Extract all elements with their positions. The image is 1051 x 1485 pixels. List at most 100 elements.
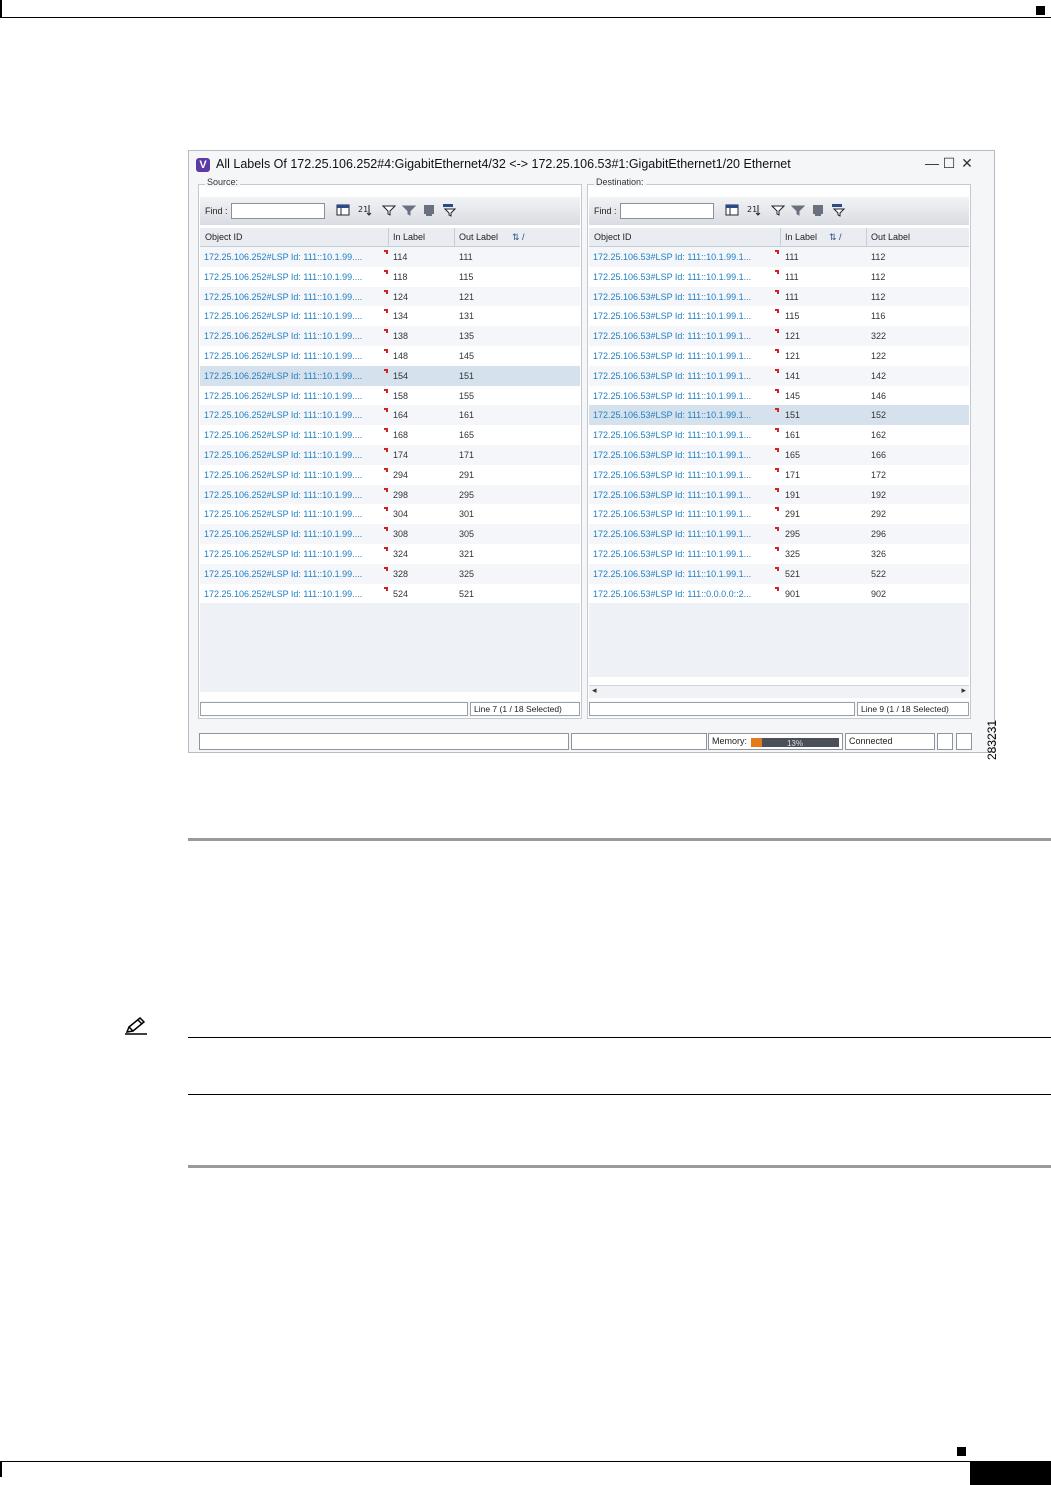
table-row[interactable]: 172.25.106.252#LSP Id: 111::10.1.99.... 1… — [200, 385, 580, 406]
table-row[interactable]: 172.25.106.53#LSP Id: 111::10.1.99.1... 1… — [589, 385, 969, 406]
export-icon[interactable] — [811, 203, 825, 217]
source-find-input[interactable] — [231, 203, 325, 219]
quick-filter-icon[interactable] — [402, 203, 416, 217]
filter-icon[interactable] — [771, 203, 785, 217]
scroll-left-icon[interactable]: ◂ — [592, 685, 597, 696]
object-id-cell[interactable]: 172.25.106.252#LSP Id: 111::10.1.99.... — [204, 529, 362, 539]
object-id-cell[interactable]: 172.25.106.252#LSP Id: 111::10.1.99.... — [204, 272, 362, 282]
table-row[interactable]: 172.25.106.53#LSP Id: 111::10.1.99.1... 1… — [589, 445, 969, 465]
object-id-cell[interactable]: 172.25.106.53#LSP Id: 111::10.1.99.1... — [593, 549, 751, 559]
table-row[interactable]: 172.25.106.252#LSP Id: 111::10.1.99.... 3… — [200, 544, 580, 564]
object-id-cell[interactable]: 172.25.106.53#LSP Id: 111::10.1.99.1... — [593, 529, 751, 539]
object-id-cell[interactable]: 172.25.106.252#LSP Id: 111::10.1.99.... — [204, 252, 362, 262]
object-id-cell[interactable]: 172.25.106.53#LSP Id: 111::0.0.0.0::2... — [593, 589, 751, 599]
object-id-cell[interactable]: 172.25.106.252#LSP Id: 111::10.1.99.... — [204, 311, 362, 321]
quick-filter-icon[interactable] — [791, 203, 805, 217]
table-row[interactable]: 172.25.106.252#LSP Id: 111::10.1.99.... 1… — [200, 346, 580, 366]
object-id-cell[interactable]: 172.25.106.53#LSP Id: 111::10.1.99.1... — [593, 450, 751, 460]
sort-icon[interactable]: 21 — [358, 203, 372, 217]
object-id-cell[interactable]: 172.25.106.252#LSP Id: 111::10.1.99.... — [204, 470, 362, 480]
table-row[interactable]: 172.25.106.252#LSP Id: 111::10.1.99.... 1… — [200, 306, 580, 327]
table-row[interactable]: 172.25.106.252#LSP Id: 111::10.1.99.... 1… — [200, 286, 580, 307]
object-id-cell[interactable]: 172.25.106.252#LSP Id: 111::10.1.99.... — [204, 569, 362, 579]
table-row[interactable]: 172.25.106.252#LSP Id: 111::10.1.99.... 1… — [200, 326, 580, 346]
filter-icon[interactable] — [382, 203, 396, 217]
table-row[interactable]: 172.25.106.252#LSP Id: 111::10.1.99.... 3… — [200, 524, 580, 544]
table-row[interactable]: 172.25.106.53#LSP Id: 111::10.1.99.1... 1… — [589, 405, 969, 426]
table-row[interactable]: 172.25.106.53#LSP Id: 111::10.1.99.1... 1… — [589, 326, 969, 346]
object-id-cell[interactable]: 172.25.106.53#LSP Id: 111::10.1.99.1... — [593, 410, 751, 420]
table-row[interactable]: 172.25.106.252#LSP Id: 111::10.1.99.... 1… — [200, 266, 580, 287]
table-settings-icon[interactable] — [725, 203, 739, 217]
table-row[interactable]: 172.25.106.252#LSP Id: 111::10.1.99.... 2… — [200, 484, 580, 505]
object-id-cell[interactable]: 172.25.106.53#LSP Id: 111::10.1.99.1... — [593, 292, 751, 302]
col-in-label[interactable]: In Label — [785, 232, 817, 242]
object-id-cell[interactable]: 172.25.106.252#LSP Id: 111::10.1.99.... — [204, 450, 362, 460]
table-row[interactable]: 172.25.106.53#LSP Id: 111::10.1.99.1... 1… — [589, 484, 969, 505]
object-id-cell[interactable]: 172.25.106.252#LSP Id: 111::10.1.99.... — [204, 410, 362, 420]
table-row[interactable]: 172.25.106.53#LSP Id: 111::10.1.99.1... 1… — [589, 266, 969, 287]
source-table-header[interactable]: Object ID In Label Out Label ⇅ / — [200, 228, 580, 247]
table-row[interactable]: 172.25.106.53#LSP Id: 111::10.1.99.1... 2… — [589, 524, 969, 544]
table-row[interactable]: 172.25.106.53#LSP Id: 111::10.1.99.1... 1… — [589, 425, 969, 445]
clear-filter-icon[interactable] — [442, 203, 456, 217]
table-row[interactable]: 172.25.106.53#LSP Id: 111::10.1.99.1... 1… — [589, 346, 969, 366]
col-in-label[interactable]: In Label — [393, 232, 425, 242]
table-row[interactable]: 172.25.106.53#LSP Id: 111::10.1.99.1... 5… — [589, 563, 969, 584]
object-id-cell[interactable]: 172.25.106.252#LSP Id: 111::10.1.99.... — [204, 292, 362, 302]
table-row[interactable]: 172.25.106.252#LSP Id: 111::10.1.99.... 5… — [200, 583, 580, 604]
object-id-cell[interactable]: 172.25.106.252#LSP Id: 111::10.1.99.... — [204, 371, 362, 381]
col-out-label[interactable]: Out Label — [459, 232, 498, 242]
export-icon[interactable] — [422, 203, 436, 217]
object-id-cell[interactable]: 172.25.106.53#LSP Id: 111::10.1.99.1... — [593, 430, 751, 440]
object-id-cell[interactable]: 172.25.106.53#LSP Id: 111::10.1.99.1... — [593, 371, 751, 381]
object-id-cell[interactable]: 172.25.106.252#LSP Id: 111::10.1.99.... — [204, 430, 362, 440]
table-row[interactable]: 172.25.106.53#LSP Id: 111::10.1.99.1... 1… — [589, 286, 969, 307]
object-id-cell[interactable]: 172.25.106.252#LSP Id: 111::10.1.99.... — [204, 351, 362, 361]
object-id-cell[interactable]: 172.25.106.53#LSP Id: 111::10.1.99.1... — [593, 351, 751, 361]
clear-filter-icon[interactable] — [831, 203, 845, 217]
object-id-cell[interactable]: 172.25.106.252#LSP Id: 111::10.1.99.... — [204, 391, 362, 401]
table-row[interactable]: 172.25.106.53#LSP Id: 111::10.1.99.1... 1… — [589, 365, 969, 386]
col-object-id[interactable]: Object ID — [205, 232, 243, 242]
object-id-cell[interactable]: 172.25.106.53#LSP Id: 111::10.1.99.1... — [593, 490, 751, 500]
object-id-cell[interactable]: 172.25.106.53#LSP Id: 111::10.1.99.1... — [593, 331, 751, 341]
table-row[interactable]: 172.25.106.252#LSP Id: 111::10.1.99.... 1… — [200, 445, 580, 465]
table-row[interactable]: 172.25.106.53#LSP Id: 111::10.1.99.1... 2… — [589, 504, 969, 525]
table-row[interactable]: 172.25.106.252#LSP Id: 111::10.1.99.... 1… — [200, 247, 580, 267]
table-row[interactable]: 172.25.106.53#LSP Id: 111::10.1.99.1... 1… — [589, 306, 969, 327]
horizontal-scrollbar[interactable]: ◂ ▸ — [589, 685, 969, 698]
object-id-cell[interactable]: 172.25.106.252#LSP Id: 111::10.1.99.... — [204, 589, 362, 599]
table-settings-icon[interactable] — [336, 203, 350, 217]
object-id-cell[interactable]: 172.25.106.53#LSP Id: 111::10.1.99.1... — [593, 252, 751, 262]
table-row[interactable]: 172.25.106.252#LSP Id: 111::10.1.99.... 1… — [200, 405, 580, 426]
object-id-cell[interactable]: 172.25.106.53#LSP Id: 111::10.1.99.1... — [593, 272, 751, 282]
object-id-cell[interactable]: 172.25.106.53#LSP Id: 111::10.1.99.1... — [593, 509, 751, 519]
maximize-icon[interactable]: ☐ — [941, 155, 957, 172]
col-object-id[interactable]: Object ID — [594, 232, 632, 242]
table-row[interactable]: 172.25.106.53#LSP Id: 111::10.1.99.1... 1… — [589, 464, 969, 485]
object-id-cell[interactable]: 172.25.106.252#LSP Id: 111::10.1.99.... — [204, 331, 362, 341]
object-id-cell[interactable]: 172.25.106.53#LSP Id: 111::10.1.99.1... — [593, 311, 751, 321]
table-row[interactable]: 172.25.106.53#LSP Id: 111::10.1.99.1... 3… — [589, 544, 969, 564]
object-id-cell[interactable]: 172.25.106.252#LSP Id: 111::10.1.99.... — [204, 549, 362, 559]
object-id-cell[interactable]: 172.25.106.252#LSP Id: 111::10.1.99.... — [204, 509, 362, 519]
table-row[interactable]: 172.25.106.252#LSP Id: 111::10.1.99.... 2… — [200, 464, 580, 485]
scroll-right-icon[interactable]: ▸ — [961, 685, 966, 696]
object-id-cell[interactable]: 172.25.106.53#LSP Id: 111::10.1.99.1... — [593, 470, 751, 480]
table-row[interactable]: 172.25.106.252#LSP Id: 111::10.1.99.... 3… — [200, 504, 580, 525]
object-id-cell[interactable]: 172.25.106.53#LSP Id: 111::10.1.99.1... — [593, 569, 751, 579]
table-row[interactable]: 172.25.106.252#LSP Id: 111::10.1.99.... 3… — [200, 563, 580, 584]
object-id-cell[interactable]: 172.25.106.252#LSP Id: 111::10.1.99.... — [204, 490, 362, 500]
sort-icon[interactable]: 21 — [747, 203, 761, 217]
table-row[interactable]: 172.25.106.252#LSP Id: 111::10.1.99.... 1… — [200, 365, 580, 386]
table-row[interactable]: 172.25.106.252#LSP Id: 111::10.1.99.... 1… — [200, 425, 580, 445]
table-row[interactable]: 172.25.106.53#LSP Id: 111::10.1.99.1... 1… — [589, 247, 969, 267]
minimize-icon[interactable]: — — [924, 155, 940, 171]
object-id-cell[interactable]: 172.25.106.53#LSP Id: 111::10.1.99.1... — [593, 391, 751, 401]
table-row[interactable]: 172.25.106.53#LSP Id: 111::0.0.0.0::2...… — [589, 583, 969, 604]
close-icon[interactable]: ✕ — [959, 155, 975, 172]
destination-find-input[interactable] — [620, 203, 714, 219]
destination-table-header[interactable]: Object ID In Label ⇅ / Out Label — [589, 228, 969, 247]
col-out-label[interactable]: Out Label — [871, 232, 910, 242]
